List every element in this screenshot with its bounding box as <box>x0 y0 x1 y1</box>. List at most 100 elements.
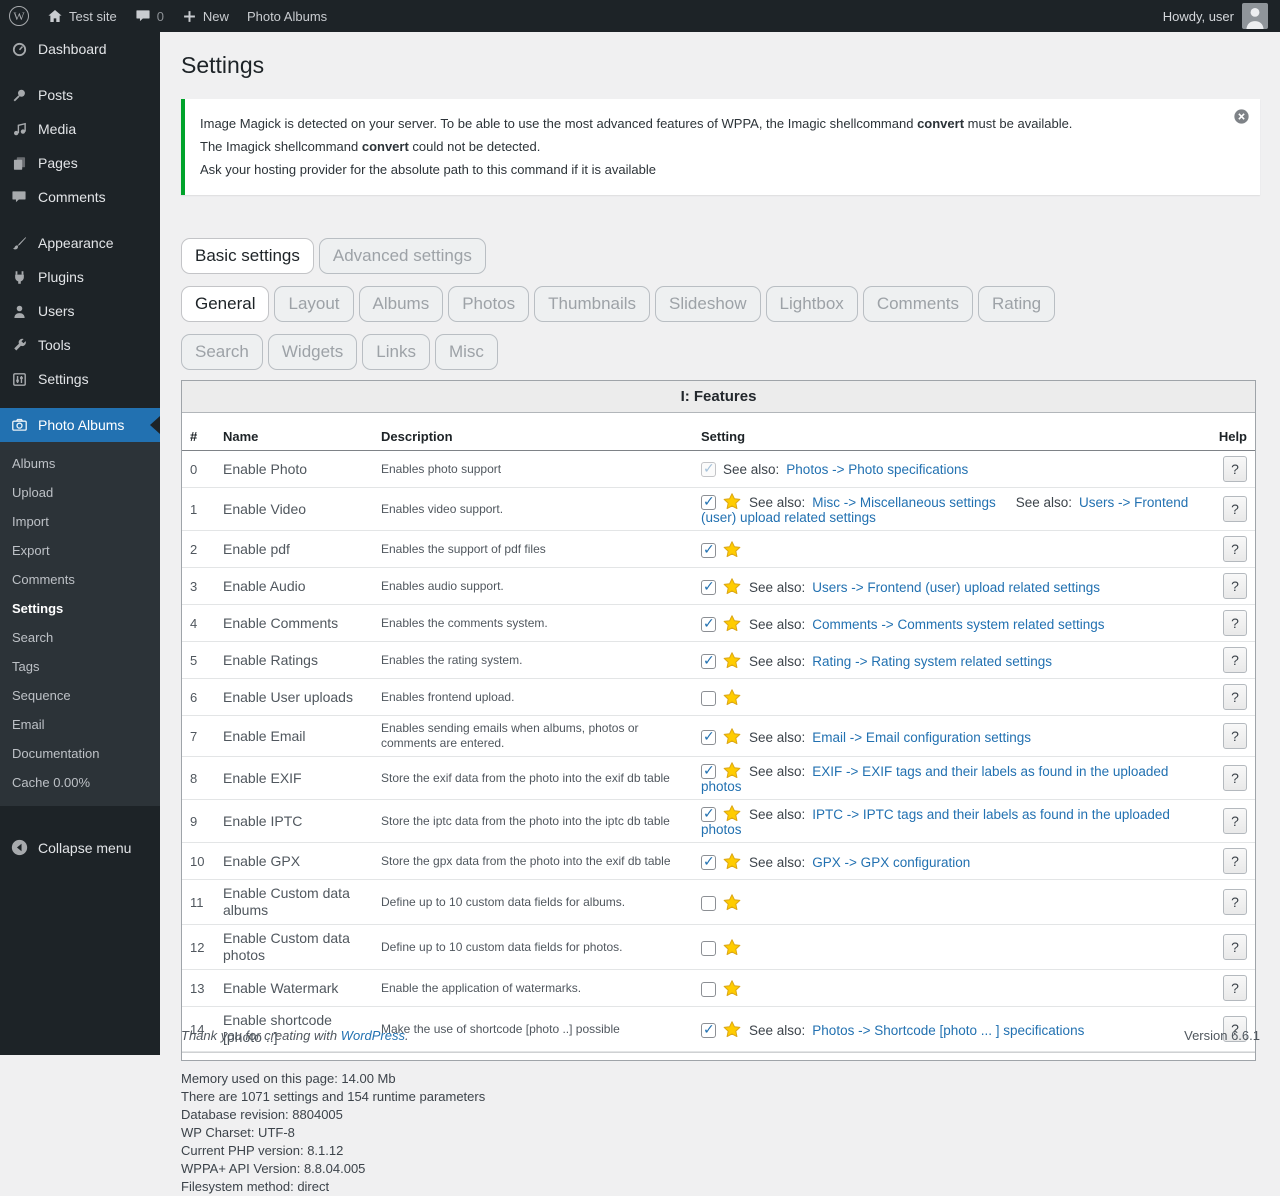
help-button[interactable]: ? <box>1223 610 1247 636</box>
sidebar-item-comments[interactable]: Comments <box>0 180 160 214</box>
submenu-item-search[interactable]: Search <box>0 623 160 652</box>
submenu-item-import[interactable]: Import <box>0 507 160 536</box>
sidebar-item-photo-albums[interactable]: Photo Albums <box>0 408 160 442</box>
help-button[interactable]: ? <box>1223 765 1247 791</box>
see-also-link[interactable]: Comments -> Comments system related sett… <box>812 617 1104 632</box>
favorite-star-icon[interactable] <box>723 941 749 956</box>
sidebar-item-dashboard[interactable]: Dashboard <box>0 32 160 66</box>
setting-checkbox[interactable] <box>701 764 716 779</box>
section-tab-thumbnails[interactable]: Thumbnails <box>534 286 650 322</box>
favorite-star-icon[interactable] <box>723 982 749 997</box>
see-also-link[interactable]: Users -> Frontend (user) upload related … <box>812 580 1100 595</box>
favorite-star-icon[interactable] <box>723 730 749 745</box>
section-tab-albums[interactable]: Albums <box>359 286 444 322</box>
sidebar-item-pages[interactable]: Pages <box>0 146 160 180</box>
sidebar-item-users[interactable]: Users <box>0 294 160 328</box>
help-button[interactable]: ? <box>1223 848 1247 874</box>
see-also-link[interactable]: GPX -> GPX configuration <box>812 855 970 870</box>
setting-checkbox[interactable] <box>701 543 716 558</box>
admin-bar-comments-link[interactable]: 0 <box>126 0 173 32</box>
submenu-item-cache-0-00[interactable]: Cache 0.00% <box>0 768 160 797</box>
help-button[interactable]: ? <box>1223 723 1247 749</box>
sidebar-item-tools[interactable]: Tools <box>0 328 160 362</box>
submenu-item-documentation[interactable]: Documentation <box>0 739 160 768</box>
favorite-star-icon[interactable] <box>723 764 749 779</box>
see-also-link[interactable]: Photos -> Photo specifications <box>786 462 968 477</box>
help-button[interactable]: ? <box>1223 456 1247 482</box>
help-button[interactable]: ? <box>1223 975 1247 1001</box>
wordpress-logo-icon[interactable]: W <box>0 0 38 32</box>
favorite-star-icon[interactable] <box>723 495 749 510</box>
submenu-item-tags[interactable]: Tags <box>0 652 160 681</box>
submenu-item-comments[interactable]: Comments <box>0 565 160 594</box>
sidebar-item-label: Plugins <box>38 269 84 285</box>
setting-checkbox[interactable] <box>701 982 716 997</box>
help-button[interactable]: ? <box>1223 889 1247 915</box>
section-tab-slideshow[interactable]: Slideshow <box>655 286 761 322</box>
favorite-star-icon[interactable] <box>723 543 749 558</box>
submenu-item-upload[interactable]: Upload <box>0 478 160 507</box>
setting-checkbox[interactable] <box>701 462 716 477</box>
help-button[interactable]: ? <box>1223 684 1247 710</box>
section-tab-search[interactable]: Search <box>181 334 263 370</box>
setting-checkbox[interactable] <box>701 855 716 870</box>
favorite-star-icon[interactable] <box>723 580 749 595</box>
favorite-star-icon[interactable] <box>723 807 749 822</box>
section-tab-lightbox[interactable]: Lightbox <box>766 286 858 322</box>
setting-checkbox[interactable] <box>701 730 716 745</box>
notice-text: Image Magick is detected on your server.… <box>200 114 1220 179</box>
submenu-item-export[interactable]: Export <box>0 536 160 565</box>
dismiss-notice-button[interactable] <box>1233 108 1250 125</box>
submenu-item-albums[interactable]: Albums <box>0 449 160 478</box>
section-tab-general[interactable]: General <box>181 286 269 322</box>
section-tab-misc[interactable]: Misc <box>435 334 498 370</box>
sidebar-item-posts[interactable]: Posts <box>0 78 160 112</box>
setting-checkbox[interactable] <box>701 495 716 510</box>
mode-tab-basic-settings[interactable]: Basic settings <box>181 238 314 274</box>
section-tab-widgets[interactable]: Widgets <box>268 334 357 370</box>
section-tab-photos[interactable]: Photos <box>448 286 529 322</box>
setting-name: Enable Audio <box>215 568 373 605</box>
submenu-item-settings[interactable]: Settings <box>0 594 160 623</box>
sidebar-item-plugins[interactable]: Plugins <box>0 260 160 294</box>
table-bottom-strip <box>182 1052 1255 1060</box>
admin-bar-site-link[interactable]: Test site <box>38 0 126 32</box>
setting-checkbox[interactable] <box>701 691 716 706</box>
help-button[interactable]: ? <box>1223 808 1247 834</box>
favorite-star-icon[interactable] <box>723 654 749 669</box>
help-button[interactable]: ? <box>1223 934 1247 960</box>
section-tab-comments[interactable]: Comments <box>863 286 973 322</box>
sidebar-item-media[interactable]: Media <box>0 112 160 146</box>
help-button[interactable]: ? <box>1223 647 1247 673</box>
sidebar-item-settings[interactable]: Settings <box>0 362 160 396</box>
favorite-star-icon[interactable] <box>723 896 749 911</box>
help-button[interactable]: ? <box>1223 536 1247 562</box>
see-also-link[interactable]: Misc -> Miscellaneous settings <box>812 495 995 510</box>
section-tab-links[interactable]: Links <box>362 334 430 370</box>
admin-bar-photo-albums-link[interactable]: Photo Albums <box>238 0 336 32</box>
setting-checkbox[interactable] <box>701 580 716 595</box>
help-button[interactable]: ? <box>1223 496 1247 522</box>
submenu-item-email[interactable]: Email <box>0 710 160 739</box>
setting-checkbox[interactable] <box>701 617 716 632</box>
sidebar-item-appearance[interactable]: Appearance <box>0 226 160 260</box>
section-tab-layout[interactable]: Layout <box>274 286 353 322</box>
favorite-star-icon[interactable] <box>723 617 749 632</box>
admin-bar-new-link[interactable]: New <box>173 0 238 32</box>
mode-tab-advanced-settings[interactable]: Advanced settings <box>319 238 486 274</box>
setting-checkbox[interactable] <box>701 807 716 822</box>
see-also-link[interactable]: Email -> Email configuration settings <box>812 730 1031 745</box>
column-header-name: Name <box>215 425 373 451</box>
help-button[interactable]: ? <box>1223 573 1247 599</box>
submenu-item-sequence[interactable]: Sequence <box>0 681 160 710</box>
setting-checkbox[interactable] <box>701 654 716 669</box>
setting-checkbox[interactable] <box>701 896 716 911</box>
admin-bar-account-menu[interactable]: Howdy, user <box>1163 3 1280 29</box>
section-tab-rating[interactable]: Rating <box>978 286 1055 322</box>
collapse-menu-button[interactable]: Collapse menu <box>0 830 160 865</box>
favorite-star-icon[interactable] <box>723 855 749 870</box>
see-also-link[interactable]: Rating -> Rating system related settings <box>812 654 1052 669</box>
wordpress-link[interactable]: WordPress <box>341 1028 405 1043</box>
favorite-star-icon[interactable] <box>723 691 749 706</box>
setting-checkbox[interactable] <box>701 941 716 956</box>
